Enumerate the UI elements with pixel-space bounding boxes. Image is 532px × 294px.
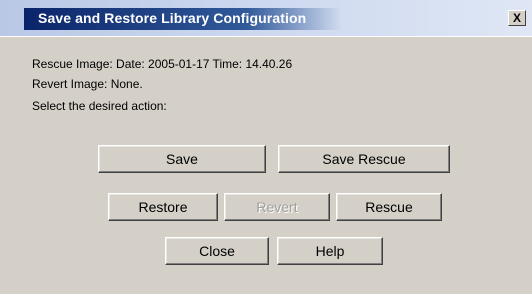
action-prompt: Select the desired action: — [32, 99, 167, 113]
save-restore-dialog: Save and Restore Library Configuration X… — [0, 0, 532, 294]
save-button[interactable]: Save — [98, 145, 266, 173]
close-button[interactable]: Close — [165, 237, 269, 265]
title-bar[interactable]: Save and Restore Library Configuration X — [0, 0, 532, 36]
save-rescue-button[interactable]: Save Rescue — [278, 145, 450, 173]
rescue-image-info: Rescue Image: Date: 2005-01-17 Time: 14.… — [32, 57, 293, 71]
window-title: Save and Restore Library Configuration — [38, 10, 307, 26]
help-button[interactable]: Help — [277, 237, 383, 265]
rescue-button[interactable]: Rescue — [336, 193, 442, 221]
close-icon: X — [513, 11, 522, 25]
close-window-button[interactable]: X — [508, 10, 526, 26]
revert-image-info: Revert Image: None. — [32, 77, 143, 91]
revert-button: Revert — [224, 193, 330, 221]
restore-button[interactable]: Restore — [108, 193, 218, 221]
